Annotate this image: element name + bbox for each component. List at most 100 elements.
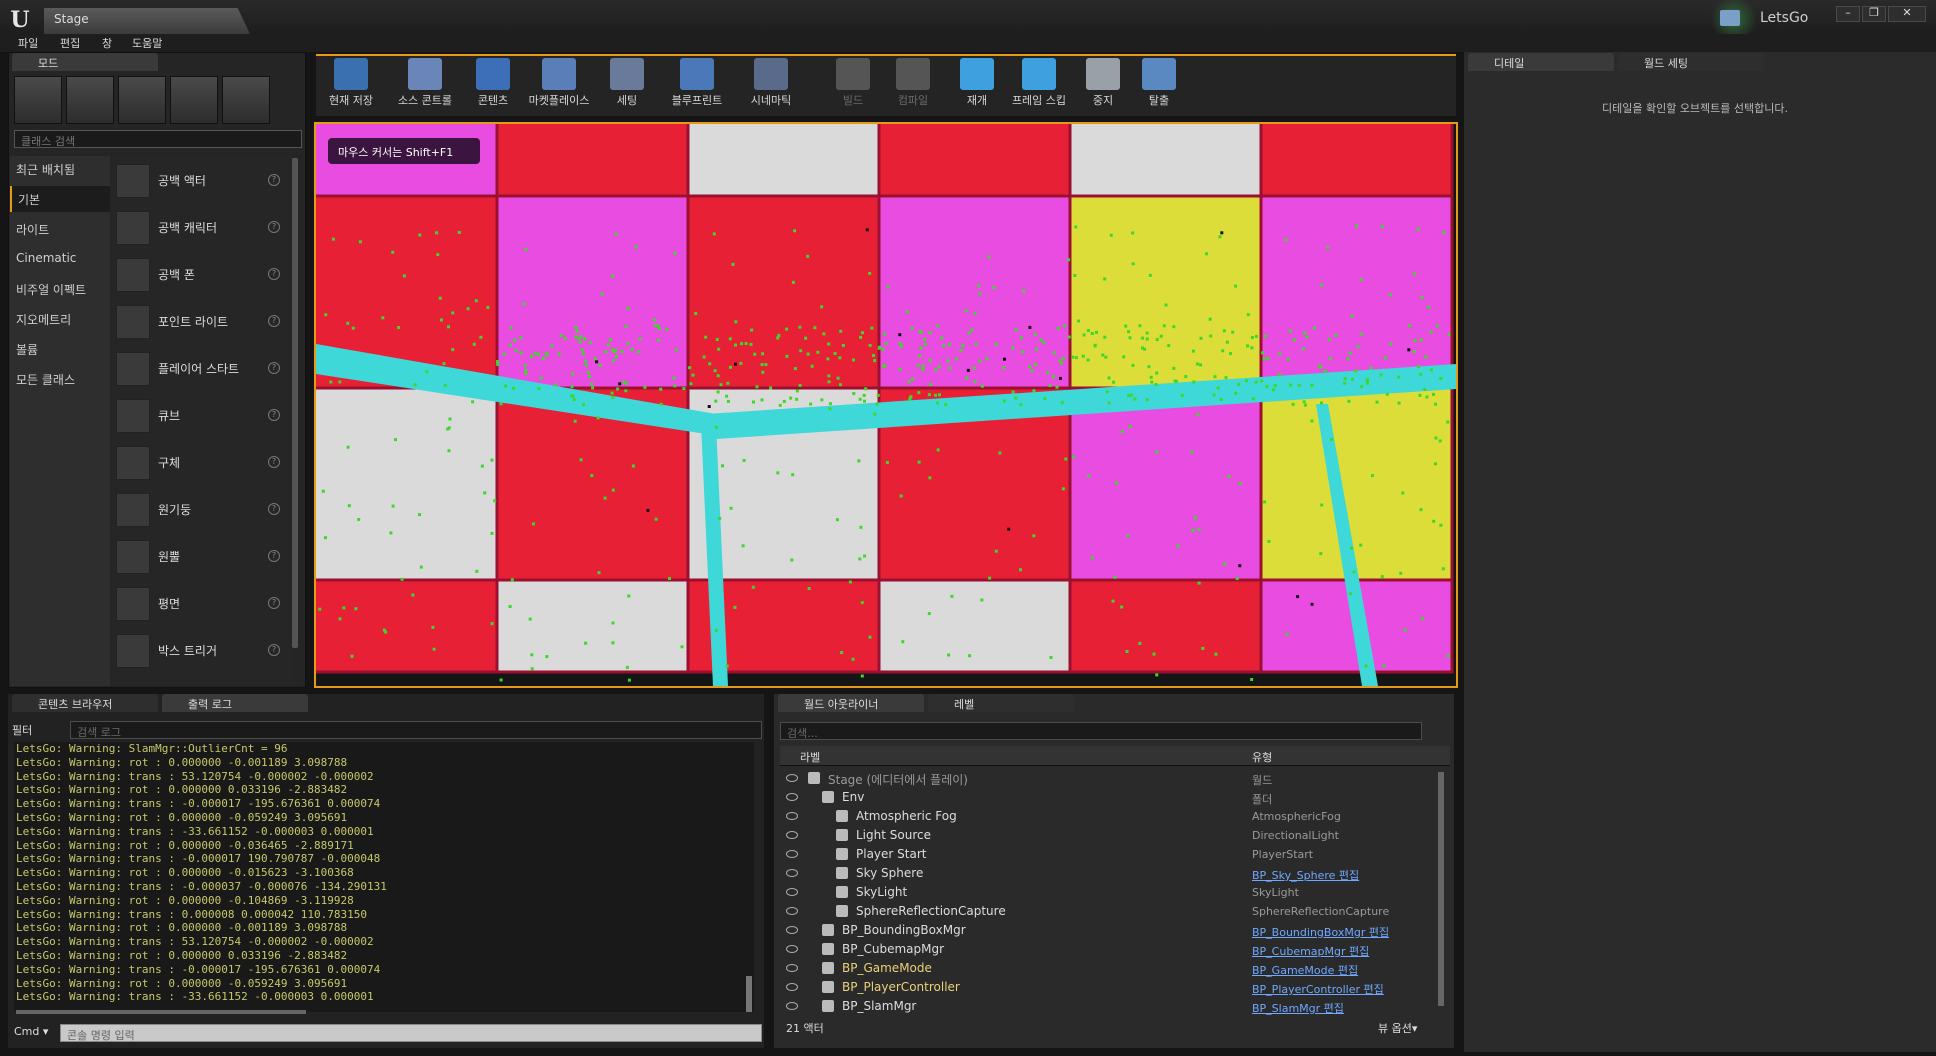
settings-button[interactable]: 세팅 bbox=[594, 56, 660, 114]
level-viewport[interactable] bbox=[314, 122, 1458, 688]
outliner-row[interactable]: Sky Sphere BP_Sky_Sphere 편집 bbox=[780, 864, 1440, 883]
place-actor-item[interactable]: 포인트 라이트? bbox=[112, 299, 294, 345]
place-actor-item[interactable]: 박스 트리거? bbox=[112, 628, 294, 674]
content-button[interactable]: 콘텐츠 bbox=[460, 56, 526, 114]
visibility-eye-icon[interactable] bbox=[786, 793, 798, 801]
outliner-row[interactable]: Light Source DirectionalLight bbox=[780, 826, 1440, 845]
category-item[interactable]: 라이트 bbox=[10, 216, 110, 242]
outliner-row[interactable]: BP_PlayerController BP_PlayerController 편… bbox=[780, 978, 1440, 997]
log-horizontal-scrollbar[interactable] bbox=[16, 1010, 306, 1014]
visibility-eye-icon[interactable] bbox=[786, 869, 798, 877]
tab-modes[interactable]: 모드 bbox=[12, 53, 158, 71]
column-label[interactable]: 라벨 bbox=[800, 749, 820, 765]
outliner-row[interactable]: Atmospheric Fog AtmosphericFog bbox=[780, 807, 1440, 826]
menu-window[interactable]: 창 bbox=[102, 35, 112, 51]
place-actor-item[interactable]: 공백 캐릭터? bbox=[112, 205, 294, 251]
category-item[interactable]: 지오메트리 bbox=[10, 306, 110, 332]
maximize-button[interactable]: ❐ bbox=[1862, 6, 1886, 22]
filter-button[interactable]: 필터 bbox=[12, 720, 66, 738]
visibility-eye-icon[interactable] bbox=[786, 850, 798, 858]
help-icon[interactable]: ? bbox=[268, 456, 280, 468]
place-actor-item[interactable]: 원기둥? bbox=[112, 487, 294, 533]
visibility-eye-icon[interactable] bbox=[786, 926, 798, 934]
mode-foliage-icon[interactable] bbox=[170, 76, 218, 124]
menu-edit[interactable]: 편집 bbox=[60, 35, 80, 51]
outliner-row[interactable]: BP_SlamMgr BP_SlamMgr 편집 bbox=[780, 997, 1440, 1016]
resume-button[interactable]: 재개 bbox=[944, 56, 1010, 114]
outliner-scrollbar[interactable] bbox=[1438, 772, 1444, 1006]
tab-levels[interactable]: 레벨 bbox=[928, 694, 1074, 712]
place-actor-item[interactable]: 평면? bbox=[112, 581, 294, 627]
outliner-row[interactable]: SkyLight SkyLight bbox=[780, 883, 1440, 902]
log-search-input[interactable]: 검색 로그 bbox=[70, 721, 762, 739]
outliner-row[interactable]: Env 폴더 bbox=[780, 788, 1440, 807]
visibility-eye-icon[interactable] bbox=[786, 907, 798, 915]
mode-geometry-icon[interactable] bbox=[222, 76, 270, 124]
tab-details[interactable]: 디테일 bbox=[1468, 53, 1614, 71]
place-actor-item[interactable]: 원뿔? bbox=[112, 534, 294, 580]
visibility-eye-icon[interactable] bbox=[786, 812, 798, 820]
outliner-row[interactable]: Stage (에디터에서 플레이) 월드 bbox=[780, 769, 1440, 788]
tab-output-log[interactable]: 출력 로그 bbox=[162, 694, 308, 712]
visibility-eye-icon[interactable] bbox=[786, 774, 798, 782]
modes-scrollbar[interactable] bbox=[292, 158, 298, 648]
outliner-row[interactable]: BP_GameMode BP_GameMode 편집 bbox=[780, 959, 1440, 978]
category-item[interactable]: 볼륨 bbox=[10, 336, 110, 362]
mode-place-icon[interactable] bbox=[14, 76, 62, 124]
level-document-tab[interactable]: Stage bbox=[44, 8, 250, 34]
visibility-eye-icon[interactable] bbox=[786, 964, 798, 972]
category-item[interactable]: 모든 클래스 bbox=[10, 366, 110, 392]
category-item[interactable]: Cinematic bbox=[10, 246, 110, 272]
place-actor-item[interactable]: 큐브? bbox=[112, 393, 294, 439]
minimize-button[interactable]: – bbox=[1836, 6, 1860, 22]
outliner-search-input[interactable]: 검색... bbox=[780, 722, 1422, 740]
actor-type[interactable]: BP_PlayerController 편집 bbox=[1252, 981, 1384, 997]
help-icon[interactable]: ? bbox=[268, 362, 280, 374]
column-type[interactable]: 유형 bbox=[1252, 749, 1272, 765]
console-command-input[interactable]: 콘솔 명령 입력 bbox=[60, 1024, 762, 1042]
place-actor-item[interactable]: 공백 폰? bbox=[112, 252, 294, 298]
help-icon[interactable]: ? bbox=[268, 268, 280, 280]
visibility-eye-icon[interactable] bbox=[786, 888, 798, 896]
blueprint-button[interactable]: 블루프린트 bbox=[664, 56, 730, 114]
place-actor-item[interactable]: 구체? bbox=[112, 440, 294, 486]
cmd-selector[interactable]: Cmd ▾ bbox=[14, 1025, 48, 1038]
outliner-row[interactable]: Player Start PlayerStart bbox=[780, 845, 1440, 864]
actor-type[interactable]: BP_BoundingBoxMgr 편집 bbox=[1252, 924, 1389, 940]
tab-content-browser[interactable]: 콘텐츠 브라우저 bbox=[12, 694, 158, 712]
outliner-row[interactable]: SphereReflectionCapture SphereReflectionC… bbox=[780, 902, 1440, 921]
cinematic-button[interactable]: 시네마틱 bbox=[738, 56, 804, 114]
visibility-eye-icon[interactable] bbox=[786, 945, 798, 953]
save-button[interactable]: 현재 저장 bbox=[318, 56, 384, 114]
mode-landscape-icon[interactable] bbox=[118, 76, 166, 124]
log-vertical-scrollbar[interactable] bbox=[746, 976, 752, 1012]
help-icon[interactable]: ? bbox=[268, 644, 280, 656]
actor-type[interactable]: BP_SlamMgr 편집 bbox=[1252, 1000, 1344, 1016]
visibility-eye-icon[interactable] bbox=[786, 1002, 798, 1010]
view-options-button[interactable]: 뷰 옵션▾ bbox=[1378, 1020, 1417, 1036]
tab-world-outliner[interactable]: 월드 아웃라이너 bbox=[778, 694, 924, 712]
eject-button[interactable]: 탈출 bbox=[1126, 56, 1192, 114]
outliner-row[interactable]: BP_CubemapMgr BP_CubemapMgr 편집 bbox=[780, 940, 1440, 959]
actor-type[interactable]: BP_GameMode 편집 bbox=[1252, 962, 1358, 978]
actor-type[interactable]: BP_CubemapMgr 편집 bbox=[1252, 943, 1369, 959]
help-icon[interactable]: ? bbox=[268, 174, 280, 186]
compile-button[interactable]: 컴파일 bbox=[880, 56, 946, 114]
menu-file[interactable]: 파일 bbox=[18, 35, 38, 51]
help-icon[interactable]: ? bbox=[268, 597, 280, 609]
visibility-eye-icon[interactable] bbox=[786, 983, 798, 991]
source-control-button[interactable]: 소스 콘트롤 bbox=[392, 56, 458, 114]
help-icon[interactable]: ? bbox=[268, 315, 280, 327]
build-button[interactable]: 빌드 bbox=[820, 56, 886, 114]
place-actor-item[interactable]: 공백 액터? bbox=[112, 158, 294, 204]
category-item[interactable]: 최근 배치됨 bbox=[10, 156, 110, 182]
actor-type[interactable]: BP_Sky_Sphere 편집 bbox=[1252, 867, 1359, 883]
category-item[interactable]: 비주얼 이펙트 bbox=[10, 276, 110, 302]
mode-paint-icon[interactable] bbox=[66, 76, 114, 124]
help-icon[interactable]: ? bbox=[268, 409, 280, 421]
marketplace-button[interactable]: 마켓플레이스 bbox=[526, 56, 592, 114]
help-icon[interactable]: ? bbox=[268, 503, 280, 515]
category-item[interactable]: 기본 bbox=[10, 186, 110, 212]
help-icon[interactable]: ? bbox=[268, 221, 280, 233]
place-actor-item[interactable]: 플레이어 스타트? bbox=[112, 346, 294, 392]
